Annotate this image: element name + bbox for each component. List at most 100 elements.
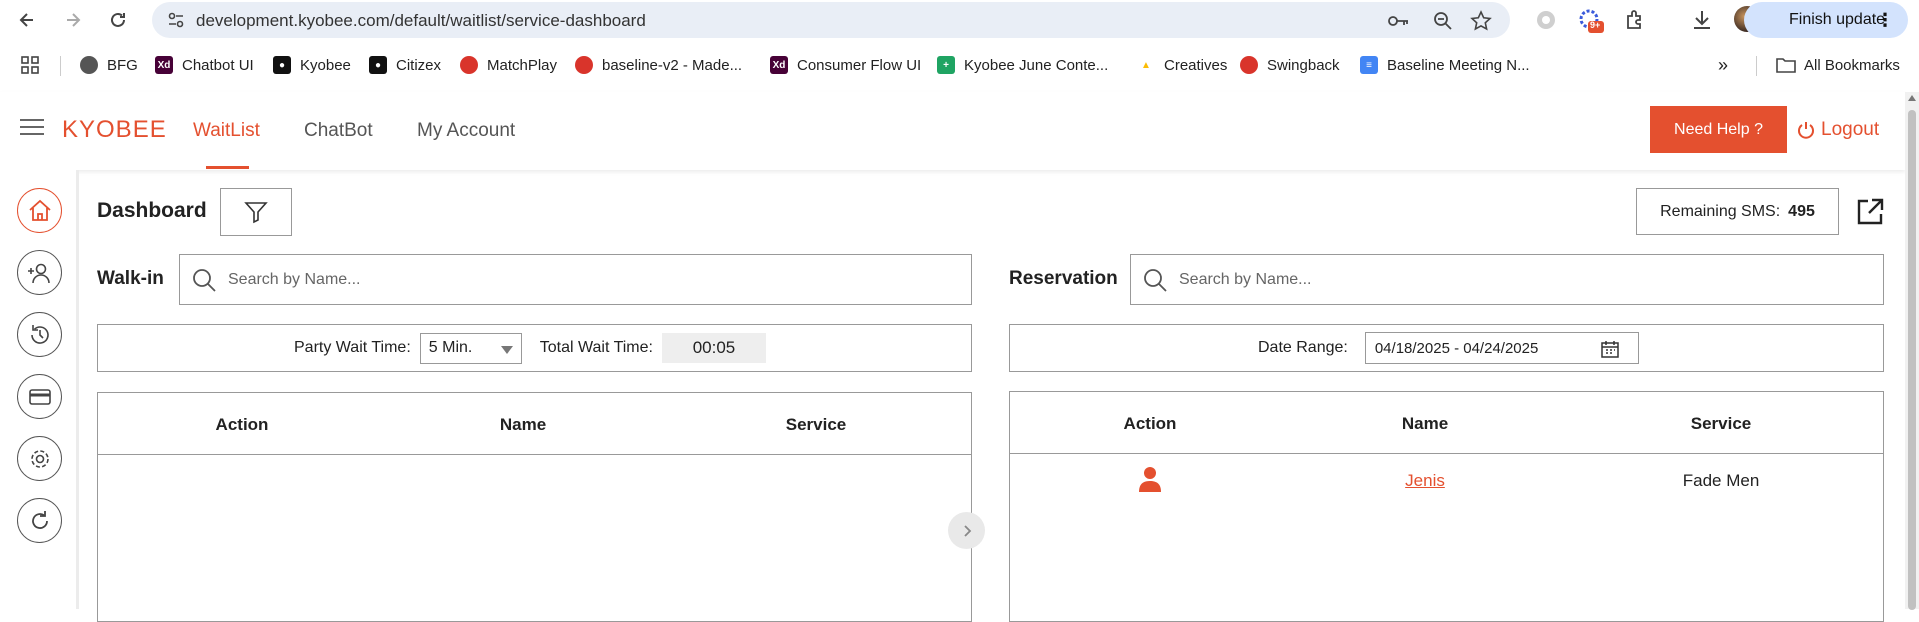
walkin-search-box[interactable] — [179, 254, 972, 305]
more-bookmarks-chevron[interactable]: » — [1718, 54, 1728, 76]
total-wait-label: Total Wait Time: — [539, 339, 653, 356]
card-icon[interactable] — [17, 374, 62, 419]
bookmark-label: Kyobee June Conte... — [964, 56, 1109, 74]
filter-button[interactable] — [220, 188, 292, 236]
bookmark-label: Creatives — [1164, 56, 1228, 74]
nav-my-account[interactable]: My Account — [417, 120, 515, 142]
bookmark-label: MatchPlay — [487, 56, 558, 74]
col-action[interactable]: Action — [216, 415, 269, 435]
page-title: Dashboard — [97, 199, 207, 222]
bookmark-item[interactable]: ≡ Baseline Meeting N... — [1360, 54, 1530, 76]
settings-icon[interactable] — [17, 436, 62, 481]
app-header: KYOBEE WaitList ChatBot My Account Need … — [0, 92, 1905, 170]
nav-waitlist[interactable]: WaitList — [193, 120, 260, 142]
finish-update-label: Finish update — [1789, 11, 1886, 28]
bookmark-item[interactable]: + Kyobee June Conte... — [937, 54, 1108, 76]
date-range-label: Date Range: — [1258, 339, 1348, 356]
brand-logo[interactable]: KYOBEE — [62, 116, 167, 144]
col-action[interactable]: Action — [1124, 414, 1177, 434]
remaining-sms-box: Remaining SMS: 495 — [1636, 188, 1839, 235]
swingback-favicon — [1240, 56, 1258, 74]
made-favicon — [575, 56, 593, 74]
col-service[interactable]: Service — [1691, 414, 1752, 434]
power-icon — [1798, 122, 1814, 139]
walkin-wait-bar: Party Wait Time: 5 Min. Total Wait Time:… — [97, 324, 972, 372]
sms-label: Remaining SMS: — [1660, 202, 1781, 220]
bookmark-label: Consumer Flow UI — [797, 56, 922, 74]
bookmarks-divider — [1756, 56, 1757, 76]
search-icon — [1144, 268, 1167, 292]
logout-button[interactable]: Logout — [1796, 119, 1879, 141]
reservation-table: Action Name Service Jenis Fade Men — [1009, 391, 1884, 622]
reservation-name-link[interactable]: Jenis — [1405, 471, 1445, 491]
reservation-search-box[interactable] — [1130, 254, 1884, 305]
active-nav-indicator — [206, 166, 249, 169]
home-icon[interactable] — [17, 188, 62, 233]
walkin-table-header: Action Name Service — [98, 393, 971, 455]
zoom-icon[interactable] — [1432, 10, 1454, 32]
bookmark-item[interactable]: ▲ Creatives — [1137, 54, 1227, 76]
all-bookmarks-folder[interactable]: All Bookmarks — [1776, 54, 1900, 76]
bookmark-label: Citizex — [396, 56, 442, 74]
panel-toggle-button[interactable] — [948, 512, 985, 549]
bookmark-label: Chatbot UI — [182, 56, 254, 74]
download-icon[interactable] — [1690, 8, 1714, 32]
walkin-search-input[interactable] — [228, 270, 940, 289]
extension-badge-icon[interactable]: 9+ — [1578, 8, 1604, 33]
url-text: development.kyobee.com/default/waitlist/… — [196, 11, 646, 30]
bookmark-label: Swingback — [1267, 56, 1340, 74]
walkin-table: Action Name Service — [97, 392, 972, 622]
reservation-label: Reservation — [1009, 268, 1118, 289]
page-scrollbar[interactable] — [1905, 92, 1919, 610]
filter-funnel-icon — [244, 202, 268, 224]
date-range-value: 04/18/2025 - 04/24/2025 — [1374, 339, 1539, 357]
finish-update-button[interactable]: Finish update ⋮ — [1744, 2, 1908, 38]
nav-chatbot[interactable]: ChatBot — [304, 120, 373, 142]
hamburger-menu-icon[interactable] — [20, 119, 44, 137]
need-help-button[interactable]: Need Help ? — [1650, 106, 1787, 153]
bookmark-item[interactable]: Swingback — [1240, 54, 1340, 76]
password-key-icon[interactable] — [1386, 10, 1408, 32]
bookmark-item[interactable]: MatchPlay — [460, 54, 557, 76]
person-icon[interactable] — [1139, 466, 1161, 497]
site-info-icon[interactable] — [166, 10, 186, 30]
bookmarks-bar: BFG Xd Chatbot UI ● Kyobee ● Citizex MatchPlay b… — [0, 46, 1919, 84]
date-range-picker[interactable]: 04/18/2025 - 04/24/2025 — [1364, 332, 1639, 364]
calendar-icon[interactable] — [1600, 339, 1620, 359]
reload-icon[interactable] — [106, 8, 130, 32]
col-name[interactable]: Name — [1402, 414, 1448, 434]
google-drive-icon: ▲ — [1141, 59, 1151, 71]
bookmark-item[interactable]: baseline-v2 - Made... — [575, 54, 742, 76]
bookmark-item[interactable]: ● Citizex — [369, 54, 441, 76]
kebab-menu-icon[interactable]: ⋮ — [1876, 10, 1894, 31]
bookmark-item[interactable]: Xd Chatbot UI — [155, 54, 254, 76]
extensions-puzzle-icon[interactable] — [1624, 8, 1648, 32]
history-icon[interactable] — [17, 312, 62, 357]
bookmark-item[interactable]: Xd Consumer Flow UI — [770, 54, 921, 76]
bookmark-item[interactable]: BFG — [80, 54, 138, 76]
external-link-icon[interactable] — [1855, 197, 1885, 227]
add-user-icon[interactable] — [17, 250, 62, 295]
bookmarks-divider — [60, 56, 61, 76]
adobe-xd-icon: Xd — [770, 56, 788, 74]
bookmark-star-icon[interactable] — [1470, 10, 1492, 32]
back-icon[interactable] — [15, 8, 39, 32]
address-bar[interactable]: development.kyobee.com/default/waitlist/… — [152, 2, 1510, 38]
reservation-search-input[interactable] — [1179, 270, 1856, 289]
apps-grid-icon[interactable] — [20, 54, 40, 76]
bookmark-item[interactable]: ● Kyobee — [273, 54, 351, 76]
sms-value: 495 — [1788, 202, 1815, 220]
reservation-service: Fade Men — [1682, 471, 1760, 490]
extension-puzzle-gray-icon[interactable] — [1534, 8, 1558, 32]
col-name[interactable]: Name — [500, 415, 546, 435]
refresh-icon[interactable] — [17, 498, 62, 543]
bookmark-label: BFG — [107, 56, 138, 74]
bookmark-label: Kyobee — [300, 56, 351, 74]
adobe-xd-icon: Xd — [155, 56, 173, 74]
chevron-right-icon — [963, 524, 971, 537]
party-wait-select[interactable]: 5 Min. — [419, 332, 522, 364]
google-sheets-icon: + — [937, 56, 955, 74]
col-service[interactable]: Service — [786, 415, 847, 435]
forward-icon[interactable] — [61, 8, 85, 32]
github-icon: ● — [273, 56, 291, 74]
